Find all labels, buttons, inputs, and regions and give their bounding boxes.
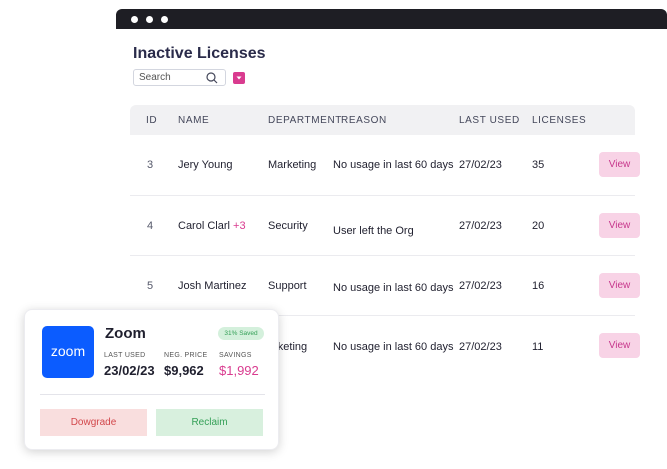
view-button[interactable]: View xyxy=(599,152,640,177)
window-titlebar xyxy=(116,9,667,29)
cell-id: 3 xyxy=(147,159,154,171)
cell-name-text: Jery Young xyxy=(178,159,233,171)
cell-id: 4 xyxy=(147,220,154,232)
savings-value: $1,992 xyxy=(219,363,259,378)
cell-id: 5 xyxy=(147,280,154,292)
header-reason[interactable]: REASON xyxy=(341,115,387,126)
header-department[interactable]: DEPARTMENT xyxy=(268,115,342,126)
downgrade-button[interactable]: Dowgrade xyxy=(40,409,147,436)
cell-last-used: 27/02/23 xyxy=(459,159,502,171)
app-license-card: zoom Zoom 31% Saved LAST USED 23/02/23 N… xyxy=(24,309,279,450)
cell-licenses: 35 xyxy=(532,159,545,171)
cell-reason: No usage in last 60 days xyxy=(333,341,454,353)
header-name[interactable]: NAME xyxy=(178,115,209,126)
window-dot-close[interactable] xyxy=(131,16,138,23)
cell-last-used: 27/02/23 xyxy=(459,341,502,353)
cell-department: Marketing xyxy=(268,159,317,171)
card-divider xyxy=(40,394,265,395)
neg-price-value: $9,962 xyxy=(164,363,204,378)
app-name: Zoom xyxy=(105,325,146,342)
last-used-label: LAST USED xyxy=(104,352,146,359)
header-id[interactable]: ID xyxy=(146,115,157,126)
search-icon[interactable] xyxy=(205,71,219,85)
view-button[interactable]: View xyxy=(599,333,640,358)
neg-price-label: NEG. PRICE xyxy=(164,352,208,359)
cell-name-text: Carol Clarl xyxy=(178,220,230,232)
cell-last-used: 27/02/23 xyxy=(459,220,502,232)
reclaim-button[interactable]: Reclaim xyxy=(156,409,263,436)
header-last-used[interactable]: LAST USED xyxy=(459,115,520,126)
search-input[interactable] xyxy=(139,70,199,85)
cell-licenses: 11 xyxy=(532,341,544,353)
search-box[interactable] xyxy=(133,69,226,86)
cell-name: Carol Clarl +3 xyxy=(178,220,246,232)
cell-licenses: 20 xyxy=(532,220,545,232)
cell-licenses: 16 xyxy=(532,280,545,292)
table-row[interactable]: 3 Jery Young Marketing No usage in last … xyxy=(130,135,640,196)
cell-name: Jery Young xyxy=(178,159,232,171)
header-licenses[interactable]: LICENSES xyxy=(532,115,586,126)
savings-label: SAVINGS xyxy=(219,352,252,359)
cell-reason: User left the Org xyxy=(333,225,414,237)
view-button[interactable]: View xyxy=(599,213,640,238)
page-title: Inactive Licenses xyxy=(133,45,266,62)
cell-reason: No usage in last 60 days xyxy=(333,159,454,171)
last-used-value: 23/02/23 xyxy=(104,363,155,378)
cell-reason: No usage in last 60 days xyxy=(333,282,454,294)
table-row[interactable]: 4 Carol Clarl +3 Security User left the … xyxy=(130,195,640,256)
filter-dropdown-button[interactable] xyxy=(233,72,245,84)
extra-count-badge[interactable]: +3 xyxy=(233,220,246,232)
cell-department: Support xyxy=(268,280,307,292)
zoom-logo: zoom xyxy=(42,326,94,378)
saved-badge: 31% Saved xyxy=(218,327,264,340)
view-button[interactable]: View xyxy=(599,273,640,298)
table-header: ID NAME DEPARTMENT REASON LAST USED LICE… xyxy=(130,105,635,135)
chevron-down-icon xyxy=(236,76,242,80)
window-dot-maximize[interactable] xyxy=(161,16,168,23)
cell-name-text: Josh Martinez xyxy=(178,280,247,292)
cell-name: Josh Martinez xyxy=(178,280,246,292)
zoom-logo-text: zoom xyxy=(50,343,86,359)
cell-department: Security xyxy=(268,220,308,232)
window-dot-minimize[interactable] xyxy=(146,16,153,23)
table-row[interactable]: 5 Josh Martinez Support No usage in last… xyxy=(130,255,640,316)
cell-last-used: 27/02/23 xyxy=(459,280,502,292)
